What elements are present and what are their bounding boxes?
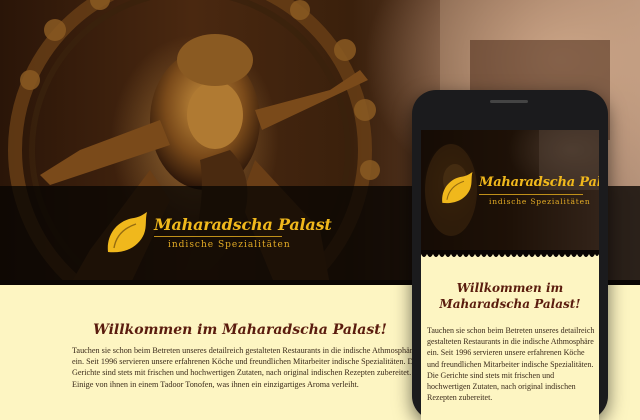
- flame-leaf-icon: [107, 212, 147, 253]
- phone-logo-divider: [479, 194, 583, 195]
- logo-subtitle: indische Spezialitäten: [168, 240, 291, 250]
- phone-logo-subtitle: indische Spezialitäten: [489, 197, 591, 206]
- phone-welcome-heading: Willkommen im Maharadscha Palast!: [439, 281, 581, 311]
- phone-screen: Maharadscha Palast indische Spezialitäte…: [421, 130, 599, 420]
- phone-scalloped-border: [421, 250, 599, 257]
- logo-divider: [154, 236, 282, 237]
- phone-logo-title: Maharadscha Palast: [479, 175, 599, 190]
- flame-leaf-icon: [442, 172, 473, 204]
- logo-title: Maharadscha Palast: [154, 215, 332, 234]
- welcome-heading: Willkommen im Maharadscha Palast!: [93, 322, 387, 338]
- intro-paragraph: Tauchen sie schon beim Betreten unseres …: [72, 346, 420, 389]
- phone-mockup: Maharadscha Palast indische Spezialitäte…: [412, 90, 608, 420]
- phone-hero-banner: Maharadscha Palast indische Spezialitäte…: [421, 130, 599, 254]
- phone-speaker: [490, 100, 528, 103]
- phone-restaurant-logo[interactable]: Maharadscha Palast indische Spezialitäte…: [439, 172, 599, 216]
- restaurant-logo[interactable]: Maharadscha Palast indische Spezialitäte…: [104, 212, 332, 260]
- phone-intro-paragraph: Tauchen sie schon beim Betreten unseres …: [427, 326, 595, 403]
